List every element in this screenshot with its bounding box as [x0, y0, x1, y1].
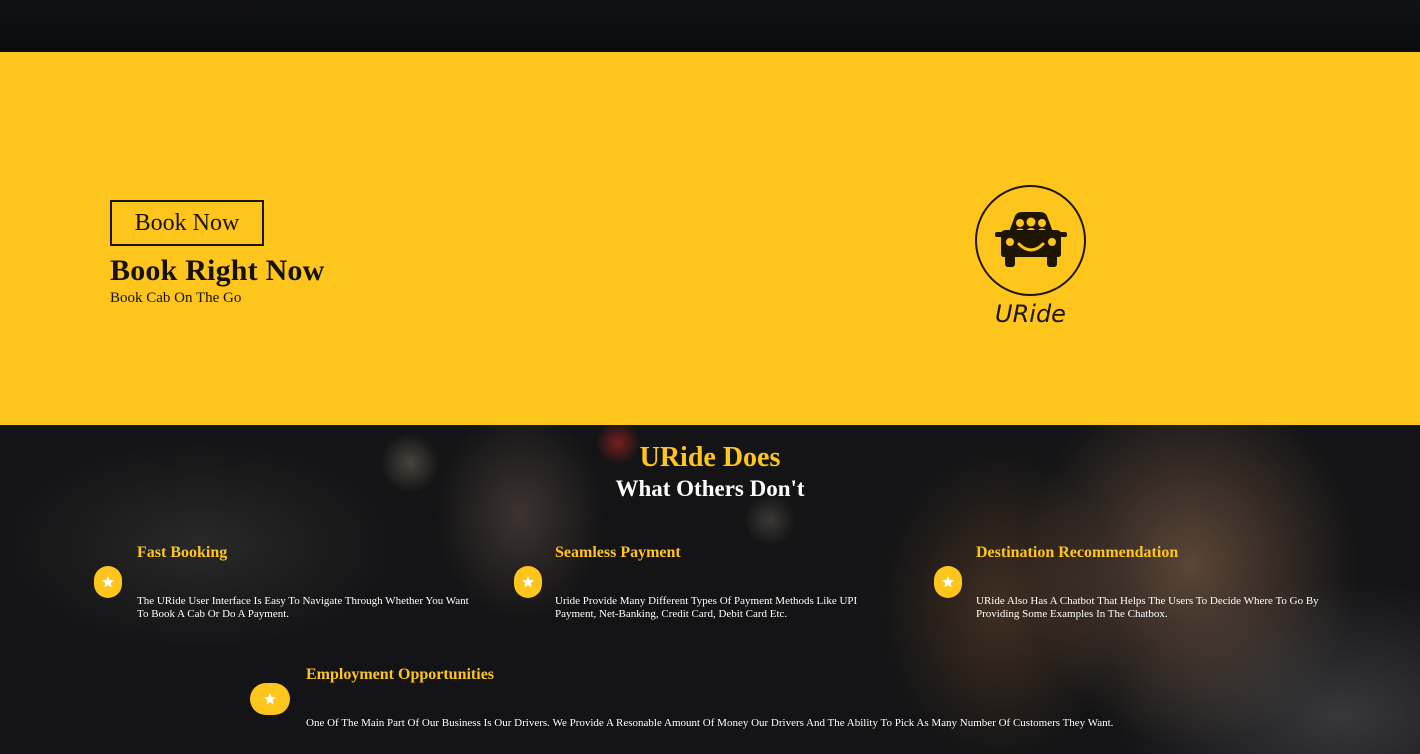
star-icon	[264, 693, 276, 705]
features-section: URide Does What Others Don't Fast Bookin…	[0, 425, 1420, 754]
hero-subtitle: Book Cab On The Go	[110, 290, 242, 306]
feature-title: Destination Recommendation	[976, 544, 1179, 561]
hero-title: Book Right Now	[110, 254, 325, 287]
hero-banner: Book Now Book Right Now Book Cab On The …	[0, 52, 1420, 425]
book-now-button[interactable]: Book Now	[110, 200, 264, 246]
feature-title: Seamless Payment	[555, 544, 681, 561]
feature-description: URide Also Has A Chatbot That Helps The …	[976, 595, 1319, 620]
feature-description: The URide User Interface Is Easy To Navi…	[137, 595, 469, 620]
feature-badge	[934, 566, 962, 598]
section-subtitle: What Others Don't	[615, 476, 805, 501]
feature-title: Fast Booking	[137, 544, 228, 561]
star-icon	[102, 576, 114, 588]
feature-title: Employment Opportunities	[306, 666, 495, 683]
car-with-passengers-icon	[994, 211, 1067, 267]
feature-badge	[94, 566, 122, 598]
star-icon	[942, 576, 954, 588]
top-navbar	[0, 0, 1420, 52]
feature-description: Uride Provide Many Different Types Of Pa…	[555, 595, 858, 620]
feature-badge	[250, 683, 290, 715]
logo-wordmark: URide	[995, 300, 1066, 328]
star-icon	[522, 576, 534, 588]
feature-description: One Of The Main Part Of Our Business Is …	[306, 717, 1114, 729]
section-title: URide Does	[639, 442, 781, 473]
feature-badge	[514, 566, 542, 598]
uride-logo	[975, 185, 1086, 296]
